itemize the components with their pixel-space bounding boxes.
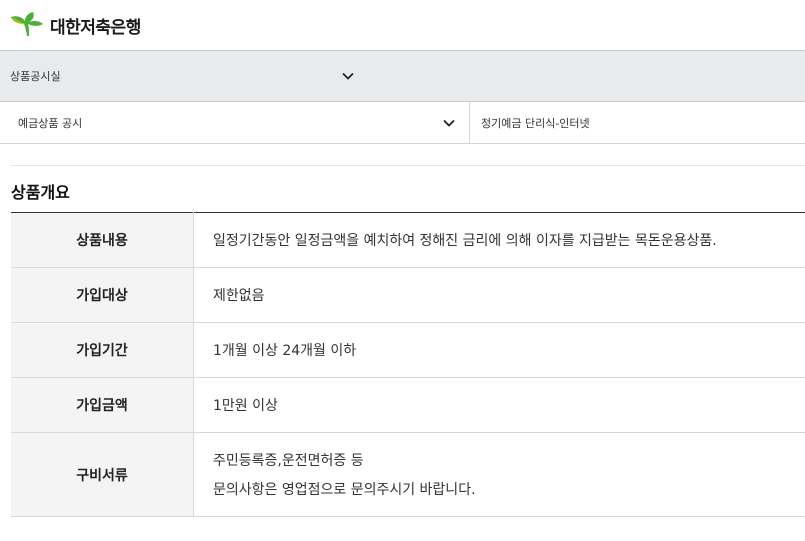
row-value: 제한없음 [193, 267, 805, 323]
table-row: 가입금액 1만원 이상 [11, 377, 805, 433]
brand-name: 대한저축은행 [50, 17, 141, 38]
row-header: 가입대상 [11, 267, 194, 323]
row-value: 1만원 이상 [193, 377, 805, 433]
product-select[interactable]: 정기예금 단리식-인터넷 [470, 102, 805, 143]
menu-dropdown[interactable]: 상품공시실 [0, 50, 805, 102]
product-selectors: 예금상품 공시 정기예금 단리식-인터넷 [0, 102, 805, 144]
product-select-value: 정기예금 단리식-인터넷 [481, 116, 590, 130]
row-value: 일정기간동안 일정금액을 예치하여 정해진 금리에 의해 이자를 지급받는 목돈… [193, 212, 805, 268]
site-header: 대한저축은행 [0, 0, 805, 50]
row-value: 주민등록증,운전면허증 등 문의사항은 영업점으로 문의주시기 바랍니다. [193, 432, 805, 517]
row-header: 상품내용 [11, 212, 194, 268]
category-select-value: 예금상품 공시 [18, 116, 83, 130]
product-summary-table: 상품내용 일정기간동안 일정금액을 예치하여 정해진 금리에 의해 이자를 지급… [11, 212, 805, 517]
row-header: 구비서류 [11, 432, 194, 517]
chevron-down-icon[interactable] [342, 70, 354, 82]
table-row: 가입대상 제한없음 [11, 267, 805, 323]
ginkgo-leaf-icon [11, 12, 43, 36]
category-select[interactable]: 예금상품 공시 [0, 102, 470, 143]
table-row: 가입기간 1개월 이상 24개월 이하 [11, 322, 805, 378]
menu-label: 상품공시실 [10, 70, 61, 83]
required-documents-text: 주민등록증,운전면허증 등 [213, 453, 364, 469]
row-header: 가입금액 [11, 377, 194, 433]
inquiry-note-text: 문의사항은 영업점으로 문의주시기 바랍니다. [213, 482, 476, 498]
row-value: 1개월 이상 24개월 이하 [193, 322, 805, 378]
divider [11, 144, 805, 166]
chevron-down-icon[interactable] [443, 117, 455, 129]
row-header: 가입기간 [11, 322, 194, 378]
table-row: 상품내용 일정기간동안 일정금액을 예치하여 정해진 금리에 의해 이자를 지급… [11, 212, 805, 268]
table-row: 구비서류 주민등록증,운전면허증 등 문의사항은 영업점으로 문의주시기 바랍니… [11, 432, 805, 517]
section-title: 상품개요 [11, 183, 70, 202]
logo[interactable]: 대한저축은행 [10, 12, 141, 38]
